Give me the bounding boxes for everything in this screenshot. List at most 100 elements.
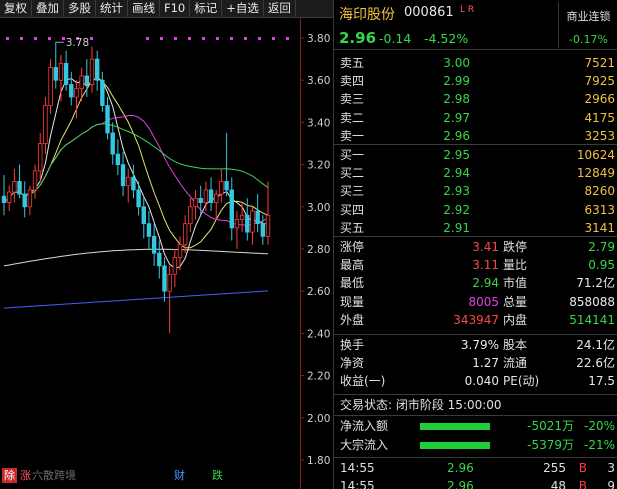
toolbar-draw-line-button[interactable]: 画线 bbox=[128, 0, 160, 18]
stat-value: 3.11 bbox=[472, 258, 499, 273]
candle-body bbox=[69, 84, 74, 98]
ask-price: 3.00 bbox=[443, 56, 470, 70]
flow-label: 净流入额 bbox=[340, 419, 389, 433]
candle-body bbox=[157, 252, 162, 267]
fall-marker[interactable]: 跌 bbox=[210, 468, 225, 483]
candle-body bbox=[265, 214, 271, 237]
stat-row: 涨停 3.41 跌停 2.79 bbox=[334, 239, 617, 256]
bid-volume: 6313 bbox=[584, 202, 615, 217]
ex-rights-marker[interactable]: 除 bbox=[2, 468, 17, 483]
candle-body bbox=[115, 153, 121, 166]
bid-row[interactable]: 买四 2.92 6313 bbox=[334, 202, 617, 219]
stat-value: 0.95 bbox=[588, 258, 615, 273]
ask-row[interactable]: 卖三 2.98 2966 bbox=[334, 91, 617, 108]
toolbar-overlay-button[interactable]: 叠加 bbox=[32, 0, 64, 18]
flow-percent: -21% bbox=[583, 438, 615, 452]
ask-row[interactable]: 卖二 2.97 4175 bbox=[334, 110, 617, 127]
quote-panel: 海印股份 000861 L R 2.96 -0.14 -4.52% 商业连锁 -… bbox=[333, 0, 617, 489]
stat-label: 净资 bbox=[340, 356, 365, 371]
stat-label: 涨停 bbox=[340, 240, 365, 254]
bid-row[interactable]: 买一 2.95 10624 bbox=[334, 147, 617, 164]
candle-body bbox=[131, 176, 136, 191]
candle-body bbox=[105, 105, 110, 134]
candle-body bbox=[239, 214, 245, 220]
candle-body bbox=[12, 181, 17, 193]
stat-label: 现量 bbox=[340, 294, 365, 309]
candle-body bbox=[79, 75, 84, 90]
divider bbox=[334, 334, 617, 335]
candle-body bbox=[94, 58, 100, 81]
sector-box[interactable]: 商业连锁 -0.17% bbox=[558, 2, 617, 48]
toolbar-mark-button[interactable]: 标记 bbox=[190, 0, 223, 18]
candle-body bbox=[6, 191, 12, 203]
tick-volume: 255 bbox=[543, 461, 566, 475]
candle-body bbox=[198, 197, 203, 203]
toolbar-statistics-button[interactable]: 统计 bbox=[96, 0, 128, 18]
stat-value: 1.27 bbox=[472, 356, 499, 371]
bid-price: 2.95 bbox=[443, 148, 470, 162]
kline-chart[interactable]: 3.80 3.60 3.40 3.20 3.00 2.80 2.60 2.40 2.20 2.00… bbox=[0, 18, 333, 489]
candle-body bbox=[146, 223, 152, 237]
bid-row[interactable]: 买二 2.94 12849 bbox=[334, 165, 617, 182]
tick-row: 14:55 2.96 48 B 9 bbox=[334, 478, 617, 489]
signal-dot bbox=[230, 37, 233, 40]
flow-value: -5021万 bbox=[527, 419, 574, 433]
tick-side: B bbox=[578, 461, 587, 475]
flow-label: 大宗流入 bbox=[340, 438, 389, 452]
signal-dot bbox=[90, 37, 93, 40]
tick-price: 2.96 bbox=[447, 461, 474, 475]
ask-row[interactable]: 卖四 2.99 7925 bbox=[334, 73, 617, 90]
candle-body bbox=[17, 181, 22, 195]
candle-body bbox=[162, 265, 167, 292]
stat-row: 外盘 343947 内盘 514141 bbox=[334, 312, 617, 329]
toolbar-restore-rights-button[interactable]: 复权 bbox=[0, 0, 32, 18]
toolbar-add-watchlist-button[interactable]: +自选 bbox=[222, 0, 264, 18]
candle-body bbox=[177, 244, 183, 258]
chart-toolbar: 复权 叠加 多股 统计 画线 F10 标记 +自选 返回 bbox=[0, 0, 333, 18]
price-change: -0.14 bbox=[379, 31, 412, 46]
y-tick-label: 2.60 bbox=[307, 286, 330, 298]
signal-dot bbox=[188, 37, 191, 40]
bid-price: 2.94 bbox=[443, 166, 470, 181]
stock-code: 000861 bbox=[404, 5, 454, 20]
toolbar-f10-button[interactable]: F10 bbox=[160, 0, 191, 18]
candle-body bbox=[214, 193, 219, 203]
ask-row[interactable]: 卖一 2.96 3253 bbox=[334, 128, 617, 145]
bid-price: 2.92 bbox=[443, 202, 470, 217]
ask-label: 卖三 bbox=[340, 92, 365, 107]
ma-baseline bbox=[3, 248, 269, 267]
ask-volume: 7925 bbox=[584, 74, 615, 89]
kline-chart-canvas[interactable]: 3.80 3.60 3.40 3.20 3.00 2.80 2.60 2.40 2.20 2.00… bbox=[0, 18, 333, 489]
candle-body bbox=[126, 176, 131, 187]
toolbar-back-button[interactable]: 返回 bbox=[264, 0, 296, 18]
news-marker[interactable]: 六散跨境 bbox=[30, 468, 78, 483]
ask-price: 2.97 bbox=[443, 110, 470, 125]
candle-body bbox=[1, 195, 7, 203]
y-tick-label: 2.80 bbox=[307, 244, 330, 256]
candle-body bbox=[234, 219, 240, 229]
signal-dot bbox=[244, 37, 247, 40]
divider bbox=[334, 394, 617, 395]
stat-label: 最低 bbox=[340, 276, 365, 291]
finance-marker[interactable]: 财 bbox=[172, 468, 187, 483]
y-tick-label: 1.80 bbox=[307, 455, 330, 467]
bid-label: 买四 bbox=[340, 202, 365, 217]
divider bbox=[334, 236, 617, 237]
signal-dot bbox=[160, 37, 163, 40]
ask-price: 2.99 bbox=[443, 74, 470, 89]
stat-value: 2.94 bbox=[472, 276, 499, 291]
flow-value: -5379万 bbox=[527, 438, 574, 452]
candle-body bbox=[74, 88, 79, 98]
bid-row[interactable]: 买五 2.91 3141 bbox=[334, 220, 617, 237]
ask-row[interactable]: 卖五 3.00 7521 bbox=[334, 55, 617, 72]
toolbar-multi-stock-button[interactable]: 多股 bbox=[64, 0, 96, 18]
stat-label: 市值 bbox=[503, 276, 528, 291]
signal-dot bbox=[6, 37, 9, 40]
stat-value: 514141 bbox=[569, 312, 615, 327]
bid-row[interactable]: 买三 2.93 8260 bbox=[334, 183, 617, 200]
ask-volume: 3253 bbox=[584, 128, 615, 143]
quote-header: 海印股份 000861 L R 2.96 -0.14 -4.52% 商业连锁 -… bbox=[334, 0, 617, 50]
candle-body bbox=[43, 105, 48, 144]
candle-body bbox=[89, 58, 95, 85]
bid-label: 买三 bbox=[340, 184, 365, 199]
